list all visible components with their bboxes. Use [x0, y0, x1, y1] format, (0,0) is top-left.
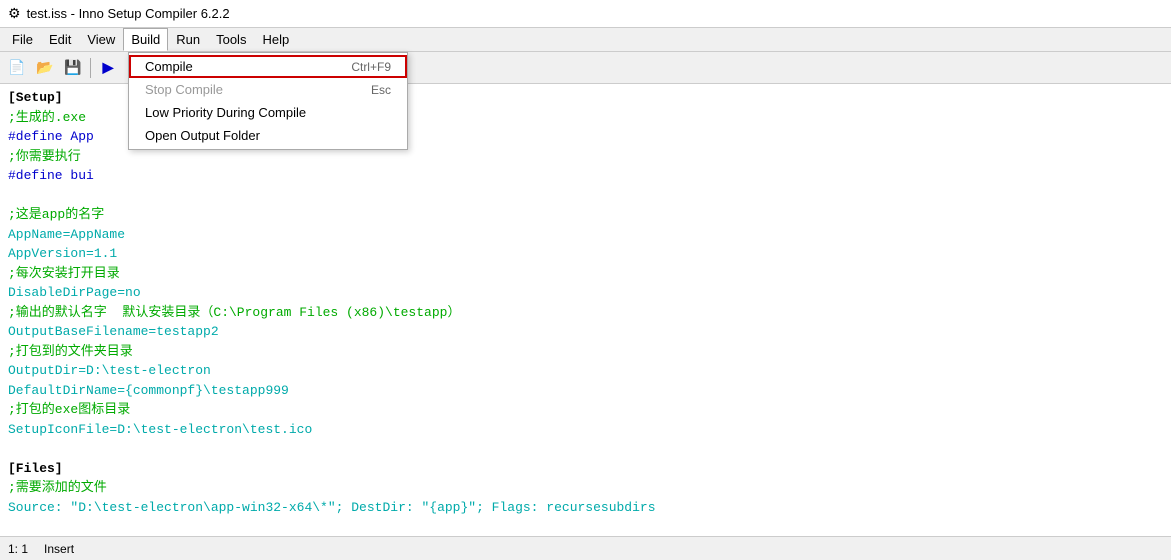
editor-line: [Files] [8, 459, 1163, 479]
build-stop-compile[interactable]: Stop Compile Esc [129, 78, 407, 101]
menu-view[interactable]: View [79, 28, 123, 51]
toolbar-save[interactable]: 💾 [60, 55, 86, 81]
build-low-priority[interactable]: Low Priority During Compile [129, 101, 407, 124]
menu-run[interactable]: Run [168, 28, 208, 51]
cursor-position: 1: 1 [8, 542, 28, 556]
editor-line: OutputDir=D:\test-electron [8, 361, 1163, 381]
editor[interactable]: [Setup];生成的.exe#define App;你需要执行#define … [0, 84, 1171, 536]
toolbar-open[interactable]: 📂 [32, 55, 58, 81]
editor-line: ;每次安装打开目录 [8, 264, 1163, 284]
toolbar-separator [90, 58, 91, 78]
editor-line: ;打包的exe图标目录 [8, 400, 1163, 420]
menu-help[interactable]: Help [254, 28, 297, 51]
build-dropdown: Compile Ctrl+F9 Stop Compile Esc Low Pri… [128, 52, 408, 150]
status-bar: 1: 1 Insert [0, 536, 1171, 560]
app-icon: ⚙ [8, 5, 21, 22]
editor-line [8, 186, 1163, 206]
editor-line: #define bui [8, 166, 1163, 186]
editor-line: ;打包到的文件夹目录 [8, 342, 1163, 362]
menu-file[interactable]: File [4, 28, 41, 51]
low-priority-label: Low Priority During Compile [145, 105, 306, 120]
stop-compile-shortcut: Esc [371, 83, 391, 97]
toolbar-new[interactable]: 📄 [4, 55, 30, 81]
edit-mode: Insert [44, 542, 74, 556]
editor-line: AppName=AppName [8, 225, 1163, 245]
menu-build[interactable]: Build [123, 28, 168, 51]
build-open-output[interactable]: Open Output Folder [129, 124, 407, 147]
compile-label: Compile [145, 59, 193, 74]
open-icon: 📂 [36, 59, 53, 76]
new-icon: 📄 [8, 59, 25, 76]
editor-line: DisableDirPage=no [8, 283, 1163, 303]
menu-bar: File Edit View Build Run Tools Help Comp… [0, 28, 1171, 52]
editor-line: ;需要添加的文件 [8, 478, 1163, 498]
editor-line: DefaultDirName={commonpf}\testapp999 [8, 381, 1163, 401]
editor-line [8, 517, 1163, 536]
toolbar-compile[interactable]: ▶ [95, 55, 121, 81]
editor-line: AppVersion=1.1 [8, 244, 1163, 264]
menu-tools[interactable]: Tools [208, 28, 254, 51]
menu-edit[interactable]: Edit [41, 28, 79, 51]
editor-line: OutputBaseFilename=testapp2 [8, 322, 1163, 342]
stop-compile-label: Stop Compile [145, 82, 223, 97]
editor-line: ;输出的默认名字 默认安装目录（C:\Program Files (x86)\t… [8, 303, 1163, 323]
build-compile[interactable]: Compile Ctrl+F9 [129, 55, 407, 78]
editor-line [8, 439, 1163, 459]
editor-line: Source: "D:\test-electron\app-win32-x64\… [8, 498, 1163, 518]
compile-icon: ▶ [103, 59, 114, 76]
compile-shortcut: Ctrl+F9 [351, 60, 391, 74]
save-icon: 💾 [64, 59, 81, 76]
title-bar: ⚙ test.iss - Inno Setup Compiler 6.2.2 [0, 0, 1171, 28]
editor-line: ;这是app的名字 [8, 205, 1163, 225]
editor-line: SetupIconFile=D:\test-electron\test.ico [8, 420, 1163, 440]
title-text: test.iss - Inno Setup Compiler 6.2.2 [27, 6, 230, 21]
open-output-label: Open Output Folder [145, 128, 260, 143]
